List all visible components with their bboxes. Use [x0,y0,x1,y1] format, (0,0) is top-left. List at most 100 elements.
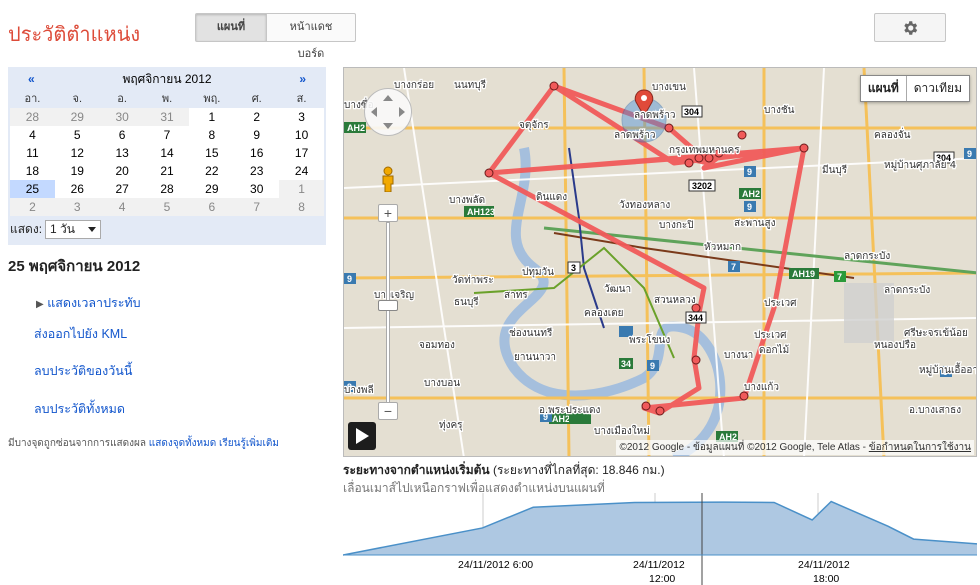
svg-text:3202: 3202 [692,181,712,191]
map-place-label: คลองเตย [584,308,623,319]
show-timestamps-link[interactable]: ▶ แสดงเวลาประทับ [36,293,141,313]
calendar-day[interactable]: 18 [10,162,55,180]
route-point [737,130,747,140]
play-button[interactable] [348,422,376,450]
map-place-label: กรุงเทพมหานคร [669,145,740,156]
calendar-day[interactable]: 29 [189,180,234,198]
calendar-day[interactable]: 5 [55,126,100,144]
calendar-month-label: พฤศจิกายน 2012 [122,71,212,86]
map-place-label: หมู่บ้านศุภาลัย 4 [884,159,956,171]
calendar-day[interactable]: 9 [234,126,279,144]
calendar-day[interactable]: 19 [55,162,100,180]
map-place-label: ธนบุรี [454,296,479,308]
map-place-label: จตุจักร [519,120,549,131]
map-place-label: ประเวศ [754,330,787,341]
map-place-label: ลาดพร้าว [634,109,675,121]
map-view[interactable]: AH2 AH123 AH19 AH2 AH2 AH2 304 304 3202 … [343,67,977,457]
show-range-select[interactable]: 1 วัน [45,219,102,239]
distance-graph[interactable]: 24/11/2012 6:00 24/11/2012 12:00 24/11/2… [342,493,978,585]
weekday-header: ศ. [234,91,280,108]
map-place-label: สาทร [504,290,528,301]
calendar-day[interactable]: 17 [279,144,324,162]
calendar-day[interactable]: 1 [279,180,324,198]
weekday-header: อ. [99,91,145,108]
svg-text:34: 34 [621,359,631,369]
calendar-day[interactable]: 20 [100,162,145,180]
selected-date-heading: 25 พฤศจิกายน 2012 [8,258,141,275]
pan-arrows-icon [371,95,405,129]
svg-text:9: 9 [747,167,752,177]
calendar-day[interactable]: 2 [234,108,279,126]
calendar-day[interactable]: 23 [234,162,279,180]
map-place-label: ช่องนนทรี [509,327,553,339]
delete-all-history-link[interactable]: ลบประวัติทั้งหมด [34,399,125,419]
calendar-day[interactable]: 30 [234,180,279,198]
calendar-day[interactable]: 6 [100,126,145,144]
calendar-day[interactable]: 12 [55,144,100,162]
calendar-day-selected[interactable]: 25 [10,180,55,198]
calendar-day[interactable]: 11 [10,144,55,162]
map-type-satellite-button[interactable]: ดาวเทียม [907,76,969,101]
calendar-day[interactable]: 22 [189,162,234,180]
map-place-label: ลาดกระบัง [884,285,930,296]
calendar-day[interactable]: 6 [189,198,235,216]
terms-of-use-link[interactable]: ข้อกำหนดในการใช้งาน [869,442,971,453]
calendar-day[interactable]: 4 [99,198,145,216]
calendar-day[interactable]: 28 [145,180,190,198]
calendar-day[interactable]: 1 [189,108,234,126]
calendar-day[interactable]: 8 [279,198,324,216]
calendar-day[interactable]: 16 [234,144,279,162]
zoom-out-button[interactable]: − [378,402,398,420]
calendar-day[interactable]: 26 [55,180,100,198]
graph-tick-time-2: 12:00 [649,573,676,585]
calendar-day[interactable]: 15 [189,144,234,162]
calendar-header: « พฤศจิกายน 2012 » [8,67,326,91]
calendar-day[interactable]: 4 [10,126,55,144]
calendar-day[interactable]: 2 [10,198,55,216]
calendar-day[interactable]: 7 [145,126,190,144]
graph-tick-label-1: 24/11/2012 6:00 [458,559,534,571]
prev-month-button[interactable]: « [28,72,35,86]
calendar-day[interactable]: 7 [234,198,280,216]
show-all-points-link[interactable]: แสดงจุดทั้งหมด [149,438,216,449]
zoom-track[interactable] [386,222,390,404]
calendar-day[interactable]: 24 [279,162,324,180]
route-point [739,391,749,401]
calendar-day[interactable]: 3 [279,108,324,126]
learn-more-link[interactable]: เรียนรู้เพิ่มเติม [219,438,279,449]
map-canvas: AH2 AH123 AH19 AH2 AH2 AH2 304 304 3202 … [344,68,976,456]
route-point [664,123,674,133]
calendar-day[interactable]: 28 [10,108,55,126]
zoom-slider-handle[interactable] [378,300,398,311]
calendar-day[interactable]: 30 [99,108,145,126]
map-type-control: แผนที่ ดาวเทียม [859,75,970,102]
next-month-button[interactable]: » [299,72,306,86]
export-kml-link[interactable]: ส่งออกไปยัง KML [34,324,127,344]
graph-tick-label-2: 24/11/2012 [633,559,685,571]
map-view-button[interactable]: แผนที่ [195,13,267,42]
delete-day-history-link[interactable]: ลบประวัติของวันนี้ [34,361,132,381]
street-view-pegman-icon[interactable] [379,166,397,193]
dashboard-view-button[interactable]: หน้าแดชบอร์ด [266,13,356,60]
calendar-day[interactable]: 8 [189,126,234,144]
settings-button[interactable] [874,13,946,42]
calendar-day[interactable]: 13 [100,144,145,162]
map-place-label: ศรีษะจรเข้น้อย [904,327,968,339]
calendar-day[interactable]: 5 [144,198,190,216]
svg-text:AH2: AH2 [742,189,760,199]
calendar-day[interactable]: 27 [100,180,145,198]
zoom-in-button[interactable]: + [378,204,398,222]
svg-text:9: 9 [650,361,655,371]
svg-text:7: 7 [731,262,736,272]
calendar-day[interactable]: 10 [279,126,324,144]
calendar-day[interactable]: 31 [144,108,190,126]
map-place-label: หนองปรือ [874,339,916,351]
calendar-day[interactable]: 29 [54,108,100,126]
map-place-label: ดินแดง [536,192,567,203]
calendar-day[interactable]: 3 [54,198,100,216]
calendar-day[interactable]: 14 [145,144,190,162]
map-type-map-button[interactable]: แผนที่ [861,76,907,101]
map-place-label: พระโขนง [629,333,670,346]
calendar-day[interactable]: 21 [145,162,190,180]
pan-control[interactable] [364,88,412,136]
